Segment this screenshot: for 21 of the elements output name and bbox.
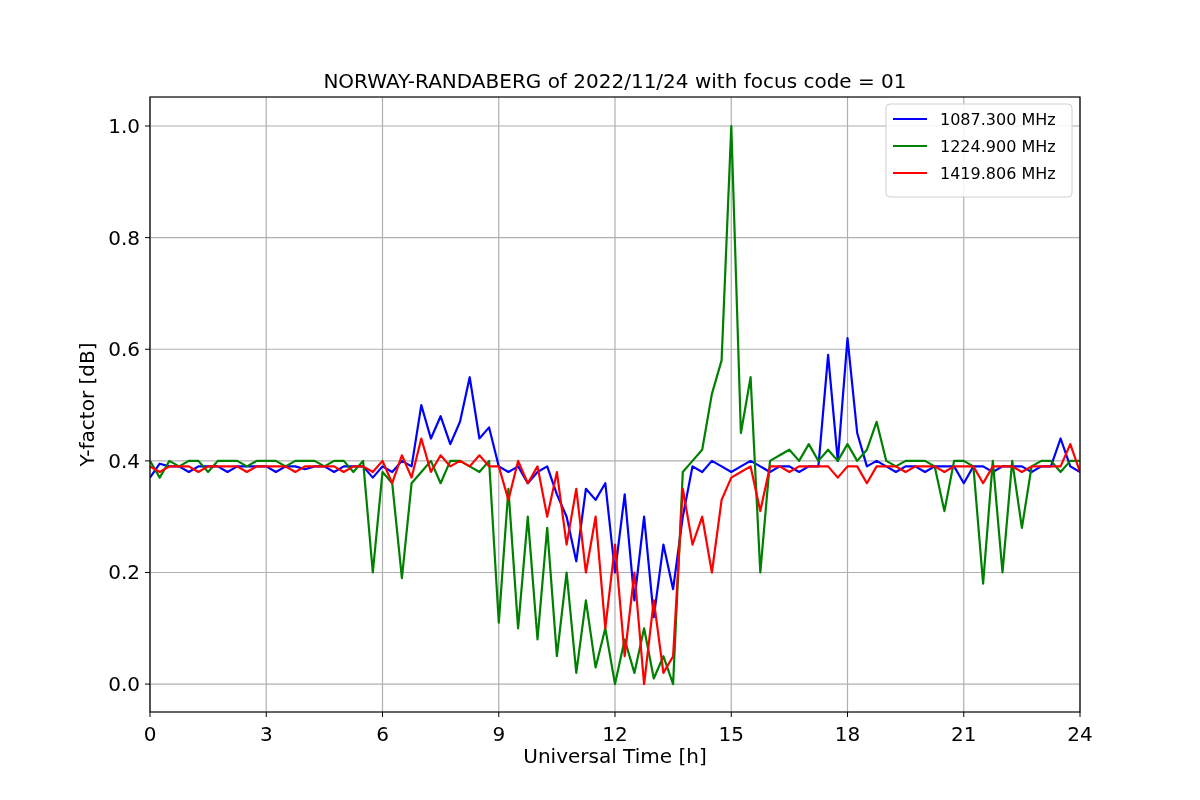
x-tick-label: 3 [259, 722, 273, 746]
y-tick-label: 0.0 [108, 672, 140, 697]
y-axis-label: Y-factor [dB] [75, 342, 99, 467]
x-tick-label: 6 [376, 722, 389, 746]
x-tick-label: 18 [834, 722, 861, 746]
chart-title: NORWAY-RANDABERG of 2022/11/24 with focus code = 01 [323, 69, 907, 93]
y-tick-label: 0.8 [108, 225, 140, 250]
y-tick-label: 1.0 [108, 114, 140, 138]
x-tick-label: 24 [1067, 722, 1093, 746]
legend-label: 1224.900 MHz [940, 137, 1056, 156]
y-tick-label: 0.2 [108, 560, 140, 585]
x-tick-label: 9 [492, 722, 506, 746]
legend-label: 1087.300 MHz [940, 110, 1056, 129]
y-tick-label: 0.4 [108, 448, 140, 473]
x-tick-label: 21 [951, 722, 977, 746]
legend-label: 1419.806 MHz [940, 164, 1056, 183]
x-tick-label: 12 [602, 722, 628, 746]
y-tick-label: 0.6 [108, 337, 140, 362]
x-tick-label: 0 [143, 722, 157, 746]
x-tick-label: 15 [718, 722, 744, 746]
x-axis-label: Universal Time [h] [523, 744, 707, 768]
